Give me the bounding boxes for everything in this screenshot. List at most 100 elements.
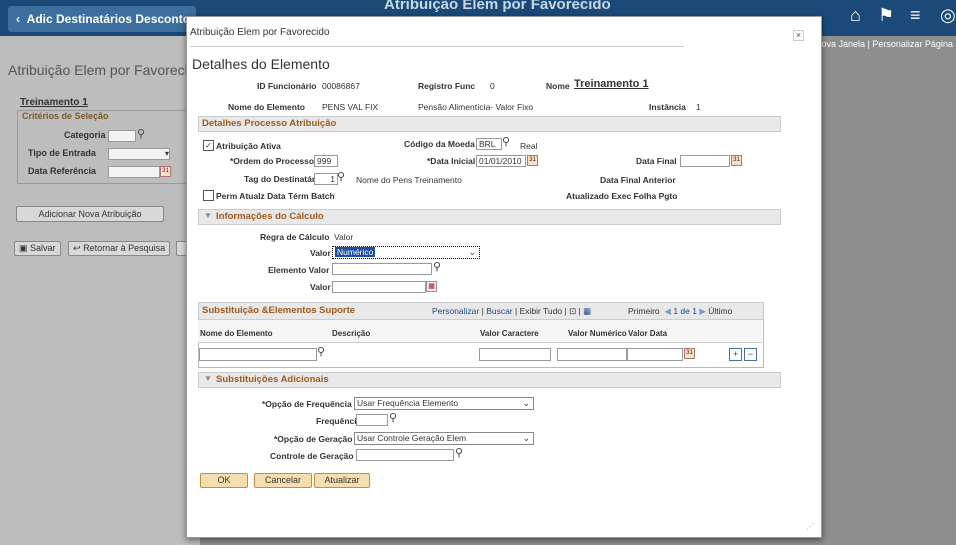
grid-numeric-value-input[interactable] — [557, 348, 627, 361]
flag-icon[interactable]: ⚑ — [878, 5, 894, 26]
add-row-button[interactable]: + — [729, 348, 742, 361]
recipient-search-icon[interactable]: ⚲ — [337, 170, 345, 183]
ok-button[interactable]: OK — [200, 473, 248, 488]
name-label: Nome — [546, 81, 570, 91]
navbar-icon[interactable]: ◎ — [940, 5, 956, 26]
value-type-select[interactable]: Numérico ⌄ — [332, 246, 480, 259]
prev-icon[interactable]: ◀ — [664, 306, 671, 316]
home-icon[interactable]: ⌂ — [850, 5, 861, 26]
currency-input[interactable]: BRL — [476, 138, 502, 150]
modal-title: Atribuição Elem por Favorecido — [190, 27, 330, 38]
gen-option-select[interactable]: Usar Controle Geração Elem ⌄ — [354, 432, 534, 445]
calculator-icon[interactable]: ▦ — [426, 281, 437, 292]
recipient-tag-input[interactable]: 1 — [314, 173, 338, 185]
banner-title: Atribuição Elem por Favorecido — [384, 0, 611, 13]
save-icon: ▣ — [19, 243, 28, 253]
background-page-title: Atribuição Elem por Favorecido — [8, 62, 204, 78]
resize-handle[interactable]: ⋰ — [806, 522, 814, 531]
order-label: *Ordem do Processo — [230, 156, 315, 166]
grid-date-value-input[interactable] — [627, 348, 683, 361]
view-all-link[interactable]: Exibir Tudo — [520, 306, 563, 316]
rule-label: Regra de Cálculo — [260, 232, 330, 242]
close-icon[interactable]: × — [793, 30, 804, 41]
value-type-selected: Numérico — [335, 247, 376, 257]
gen-control-search-icon[interactable]: ⚲ — [455, 446, 463, 459]
element-value-input[interactable] — [332, 263, 432, 275]
value-input[interactable] — [332, 281, 426, 293]
ref-date-label: Data Referência — [28, 166, 97, 176]
col-char-value: Valor Caractere — [480, 329, 539, 338]
page-links[interactable]: Nova Janela | Personalizar Página | — [815, 39, 956, 49]
category-field[interactable] — [108, 130, 136, 142]
return-icon: ↩ — [73, 243, 81, 253]
start-date-input[interactable]: 01/01/2010 — [476, 155, 526, 167]
end-date-calendar-icon[interactable]: 31 — [731, 155, 742, 166]
additional-section-title: Substituições Adicionais — [216, 374, 329, 385]
cancel-button[interactable]: Cancelar — [254, 473, 312, 488]
menu-icon[interactable]: ≡ — [910, 5, 921, 26]
first-link[interactable]: Primeiro — [628, 306, 660, 316]
find-link[interactable]: Buscar — [486, 306, 512, 316]
element-description: Pensão Alimentícia- Valor Fixo — [418, 102, 534, 112]
chevron-down-icon: ⌄ — [522, 398, 530, 408]
gen-option-label: *Opção de Geração — [274, 434, 353, 444]
back-button[interactable]: ‹ Adic Destinatários Descontos — [8, 6, 197, 32]
calc-section-title: Informações do Cálculo — [216, 211, 324, 222]
support-grid-title: Substituição &Elementos Suporte — [202, 305, 356, 316]
save-button[interactable]: ▣ Salvar — [14, 241, 61, 256]
return-label: Retornar à Pesquisa — [83, 243, 166, 253]
personalize-link[interactable]: Personalizar — [432, 306, 479, 316]
grid-date-calendar-icon[interactable]: 31 — [684, 348, 695, 359]
currency-search-icon[interactable]: ⚲ — [502, 135, 510, 148]
grid-element-search-icon[interactable]: ⚲ — [317, 345, 325, 358]
zoom-icon[interactable]: ⊡ — [569, 306, 576, 316]
end-date-label: Data Final — [636, 156, 677, 166]
element-details-title: Detalhes do Elemento — [192, 56, 330, 72]
last-link[interactable]: Último — [708, 306, 732, 316]
grid-char-value-input[interactable] — [479, 348, 551, 361]
calendar-icon[interactable]: 31 — [160, 166, 171, 177]
frequency-label: Frequência — [316, 416, 362, 426]
add-assignment-button[interactable]: Adicionar Nova Atribuição — [16, 206, 164, 222]
instance-value: 1 — [696, 102, 701, 112]
freq-option-value: Usar Frequência Elemento — [357, 398, 459, 408]
return-to-search-button[interactable]: ↩ Retornar à Pesquisa — [68, 241, 171, 256]
element-value-search-icon[interactable]: ⚲ — [433, 260, 441, 273]
payroll-update-label: Atualizado Exec Folha Pgto — [566, 191, 678, 201]
chevron-down-icon: ⌄ — [468, 247, 476, 257]
modal-divider — [190, 46, 684, 47]
end-date-input[interactable] — [680, 155, 730, 167]
collapse-icon[interactable]: ▼ — [204, 211, 212, 220]
category-search-icon[interactable]: ⚲ — [137, 127, 145, 140]
background-page-right — [813, 36, 956, 545]
next-icon[interactable]: ▶ — [699, 306, 706, 316]
recipient-name: Nome do Pens Treinamento — [356, 175, 462, 185]
start-date-calendar-icon[interactable]: 31 — [527, 155, 538, 166]
freq-option-select[interactable]: Usar Frequência Elemento ⌄ — [354, 397, 534, 410]
rule-value: Valor — [334, 232, 354, 242]
collapse-icon-additional[interactable]: ▼ — [204, 374, 212, 383]
prev-end-date-label: Data Final Anterior — [600, 175, 676, 185]
name-value: Treinamento 1 — [574, 78, 649, 90]
entry-type-select[interactable]: ▾ — [108, 148, 170, 160]
grid-element-name-input[interactable] — [199, 348, 317, 361]
download-icon[interactable]: ▦ — [583, 306, 591, 316]
criteria-title: Critérios de Seleção — [22, 111, 109, 121]
grid-pager: Primeiro ◀ 1 de 1 ▶ Último — [628, 306, 732, 317]
save-label: Salvar — [30, 243, 56, 253]
emp-id-label: ID Funcionário — [257, 81, 317, 91]
gen-control-input[interactable] — [356, 449, 454, 461]
entry-type-label: Tipo de Entrada — [28, 148, 96, 158]
ref-date-field[interactable] — [108, 166, 160, 178]
background-employee-name: Treinamento 1 — [20, 97, 88, 108]
freq-option-label: *Opção de Frequência — [262, 399, 352, 409]
active-checkbox[interactable]: ✓ — [203, 140, 214, 151]
page-range: 1 de 1 — [673, 306, 697, 316]
frequency-input[interactable] — [356, 414, 388, 426]
batch-checkbox[interactable] — [203, 190, 214, 201]
update-button[interactable]: Atualizar — [314, 473, 370, 488]
delete-row-button[interactable]: − — [744, 348, 757, 361]
frequency-search-icon[interactable]: ⚲ — [389, 411, 397, 424]
order-input[interactable]: 999 — [314, 155, 338, 167]
col-description: Descrição — [332, 329, 371, 338]
